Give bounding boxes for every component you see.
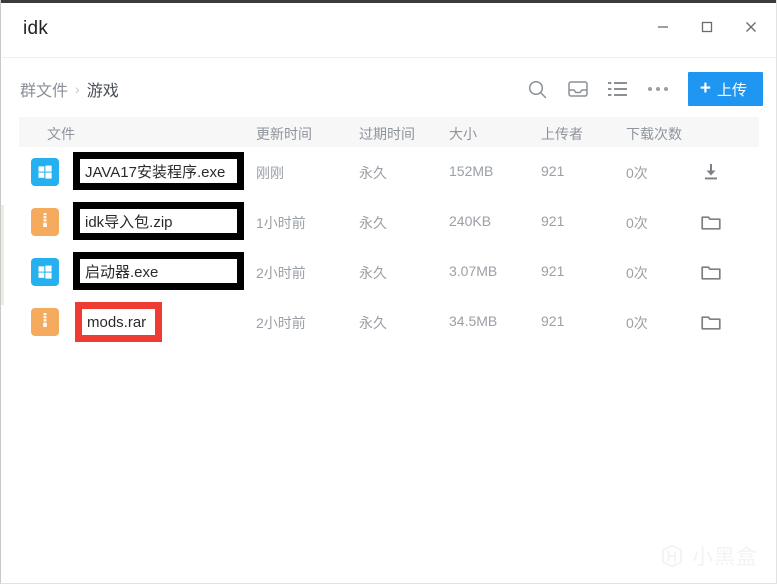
filename-highlight-box-1: JAVA17安装程序.exe bbox=[73, 152, 244, 190]
save-to-folder-button[interactable] bbox=[699, 260, 723, 284]
file-name-1[interactable]: JAVA17安装程序.exe bbox=[80, 161, 225, 182]
cell-size: 34.5MB bbox=[449, 313, 498, 329]
cell-uploader: 921 bbox=[541, 163, 565, 179]
column-header-downloads: 下载次数 bbox=[626, 126, 682, 142]
more-options-icon bbox=[647, 87, 668, 91]
cell-expires: 永久 bbox=[359, 215, 387, 231]
inbox-icon bbox=[568, 81, 588, 97]
search-button[interactable] bbox=[518, 71, 558, 107]
upload-button[interactable]: + 上传 bbox=[687, 72, 763, 106]
windows-exe-icon bbox=[31, 158, 59, 186]
inbox-button[interactable] bbox=[558, 71, 598, 107]
windows-exe-icon bbox=[31, 258, 59, 286]
minimize-icon bbox=[658, 26, 668, 28]
title-bar: idk bbox=[2, 3, 776, 58]
breadcrumb: 群文件 › 游戏 bbox=[20, 77, 119, 101]
plus-icon: + bbox=[699, 77, 711, 99]
folder-icon bbox=[701, 266, 721, 280]
window-controls bbox=[641, 5, 773, 49]
list-view-icon bbox=[608, 82, 628, 96]
search-icon bbox=[529, 80, 547, 98]
heybox-logo-icon bbox=[662, 544, 682, 568]
watermark-text: 小黑盒 bbox=[692, 546, 758, 569]
column-header-size: 大小 bbox=[449, 126, 477, 142]
save-to-folder-button[interactable] bbox=[699, 310, 723, 334]
cell-downloads: 0次 bbox=[626, 265, 648, 281]
toolbar-actions: + 上传 bbox=[518, 71, 763, 107]
folder-icon bbox=[701, 216, 721, 230]
save-to-folder-button[interactable] bbox=[699, 210, 723, 234]
file-name-4[interactable]: mods.rar bbox=[82, 314, 146, 331]
file-name-3[interactable]: 启动器.exe bbox=[80, 261, 158, 282]
list-view-button[interactable] bbox=[598, 71, 638, 107]
minimize-button[interactable] bbox=[641, 7, 685, 47]
watermark: 小黑盒 bbox=[659, 541, 758, 571]
filename-highlight-box-2: idk导入包.zip bbox=[73, 202, 244, 240]
cell-expires: 永久 bbox=[359, 165, 387, 181]
download-button[interactable] bbox=[699, 160, 723, 184]
download-icon bbox=[705, 164, 717, 180]
cell-downloads: 0次 bbox=[626, 165, 648, 181]
file-manager-window: idk 群文件 › 游戏 + 上传 文件 更新时间 过期时间 大小 上传者 下载… bbox=[0, 0, 777, 584]
more-options-button[interactable] bbox=[638, 71, 678, 107]
zip-archive-icon bbox=[31, 208, 59, 236]
cell-size: 3.07MB bbox=[449, 263, 498, 279]
column-header-file: 文件 bbox=[47, 126, 75, 142]
sub-toolbar: 群文件 › 游戏 + 上传 bbox=[2, 59, 776, 117]
cell-updated: 1小时前 bbox=[256, 215, 306, 231]
breadcrumb-root[interactable]: 群文件 bbox=[20, 77, 68, 101]
close-icon bbox=[746, 22, 756, 32]
cell-updated: 2小时前 bbox=[256, 265, 306, 281]
breadcrumb-separator-icon: › bbox=[75, 81, 80, 97]
filename-highlight-box-3: 启动器.exe bbox=[73, 252, 244, 290]
column-header-updated: 更新时间 bbox=[256, 126, 312, 142]
upload-button-label: 上传 bbox=[716, 81, 747, 99]
folder-icon bbox=[701, 316, 721, 330]
cell-updated: 2小时前 bbox=[256, 315, 306, 331]
cell-size: 152MB bbox=[449, 163, 494, 179]
close-button[interactable] bbox=[729, 7, 773, 47]
cell-uploader: 921 bbox=[541, 263, 565, 279]
cell-downloads: 0次 bbox=[626, 215, 648, 231]
window-title: idk bbox=[23, 18, 49, 39]
cell-updated: 刚刚 bbox=[256, 165, 284, 181]
zip-archive-icon bbox=[31, 308, 59, 336]
maximize-icon bbox=[701, 21, 713, 33]
cell-uploader: 921 bbox=[541, 313, 565, 329]
maximize-button[interactable] bbox=[685, 7, 729, 47]
cell-downloads: 0次 bbox=[626, 315, 648, 331]
table-header-row: 文件 更新时间 过期时间 大小 上传者 下载次数 bbox=[19, 117, 759, 147]
filename-highlight-box-4: mods.rar bbox=[75, 302, 162, 342]
column-header-uploader: 上传者 bbox=[541, 126, 583, 142]
cell-expires: 永久 bbox=[359, 265, 387, 281]
cell-size: 240KB bbox=[449, 213, 492, 229]
column-header-expires: 过期时间 bbox=[359, 126, 415, 142]
cell-uploader: 921 bbox=[541, 213, 565, 229]
cell-expires: 永久 bbox=[359, 315, 387, 331]
breadcrumb-current[interactable]: 游戏 bbox=[87, 77, 119, 101]
file-name-2[interactable]: idk导入包.zip bbox=[80, 211, 173, 232]
